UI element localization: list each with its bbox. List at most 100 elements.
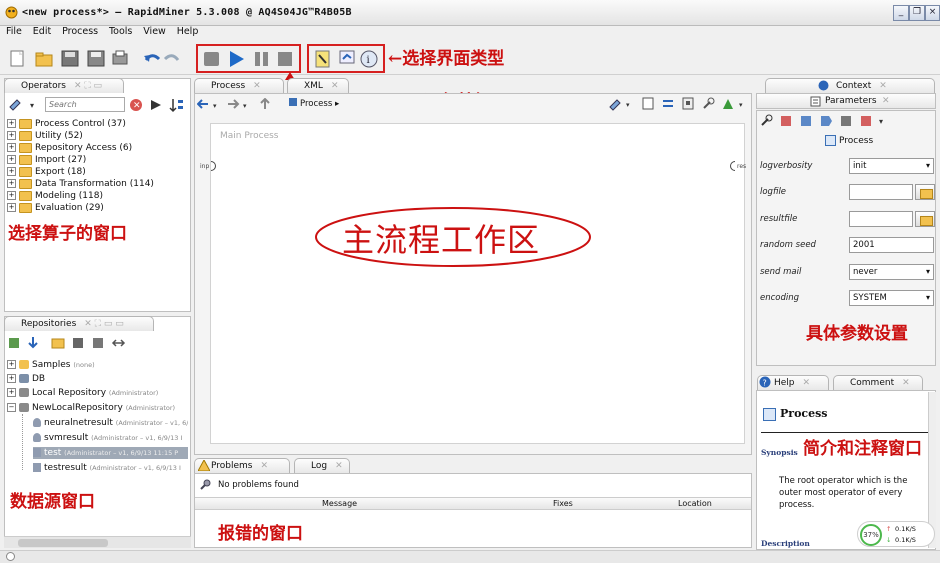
menu-tools[interactable]: Tools [109,26,132,37]
chevron-down-icon[interactable]: ▾ [626,101,630,109]
chevron-down-icon[interactable]: ▾ [926,291,930,305]
import-icon[interactable] [28,337,38,349]
tab-process[interactable]: Process ✕ [194,78,284,93]
output-port[interactable] [730,161,735,171]
param-select[interactable]: init ▾ [849,158,934,174]
expand-icon[interactable]: + [7,119,16,128]
close-icon[interactable]: ✕ [331,81,339,91]
chevron-down-icon[interactable]: ▾ [243,102,247,110]
browse-folder-icon[interactable] [915,211,935,227]
refresh-icon[interactable] [73,338,83,348]
operator-group[interactable]: + Export (18) [7,166,86,178]
bookmark-icon[interactable] [841,116,851,126]
param-file-field[interactable] [849,211,913,227]
close-icon[interactable]: ✕ [260,461,268,471]
column-fixes[interactable]: Fixes [553,499,573,508]
operator-group[interactable]: + Data Transformation (114) [7,178,154,190]
save-icon[interactable] [61,50,79,67]
close-icon[interactable]: ✕ [335,461,343,471]
new-operator-icon[interactable]: ▾ [8,97,42,111]
column-location[interactable]: Location [678,499,712,508]
repository-entry[interactable]: neuralnetresult (Administrator – v1, 6/.… [33,417,188,429]
add-repository-icon[interactable] [9,338,19,348]
welcome-perspective-icon[interactable]: i [360,50,378,68]
tab-operators[interactable]: Operators ✕ ⛶ ▭ [4,78,124,93]
filter-icon[interactable] [151,100,161,110]
close-icon[interactable]: ✕ ⛶ ▭ [74,81,102,91]
expand-icon[interactable]: + [7,179,16,188]
back-arrow-icon[interactable] [197,99,208,109]
chevron-down-icon[interactable]: ▾ [213,102,217,110]
close-icon[interactable]: ✕ [879,81,887,91]
scroll-thumb[interactable] [18,539,108,547]
expand-icon[interactable]: + [7,131,16,140]
results-perspective-icon[interactable] [339,50,355,64]
tab-parameters[interactable]: Parameters ✕ [756,93,936,109]
repositories-horizontal-scrollbar[interactable] [4,536,191,548]
close-icon[interactable]: ✕ [882,96,890,106]
menu-process[interactable]: Process [62,26,98,37]
column-message[interactable]: Message [322,499,357,508]
arrange-icon[interactable] [642,97,654,110]
menu-edit[interactable]: Edit [33,26,51,37]
print-icon[interactable] [112,50,128,65]
clear-search-icon[interactable]: ✕ [130,99,142,111]
expand-icon[interactable]: + [7,167,16,176]
operator-group[interactable]: + Repository Access (6) [7,142,132,154]
operator-group[interactable]: + Utility (52) [7,130,83,142]
configure-icon[interactable] [93,338,103,348]
repository-item[interactable]: + DB [7,373,45,385]
link-icon[interactable] [111,339,126,347]
open-folder-icon[interactable] [35,52,53,67]
tab-xml[interactable]: XML ✕ [287,78,349,93]
expand-icon[interactable]: + [7,143,16,152]
wrench-icon[interactable] [761,114,773,126]
operator-group[interactable]: + Import (27) [7,154,86,166]
operator-group[interactable]: + Modeling (118) [7,190,103,202]
close-icon[interactable]: ✕ [253,81,261,91]
expand-icon[interactable]: + [7,360,16,369]
sort-icon[interactable] [169,99,183,113]
expert-mode-icon[interactable] [781,116,791,126]
auto-wire-icon[interactable] [609,99,621,111]
design-perspective-icon[interactable] [315,50,330,68]
pause-icon[interactable] [255,52,268,66]
expand-icon[interactable]: + [7,203,16,212]
forward-arrow-icon[interactable] [228,99,240,109]
fit-icon[interactable] [682,97,694,110]
menu-file[interactable]: File [6,26,22,37]
stop-icon[interactable] [278,52,292,66]
chevron-down-icon[interactable]: ▾ [926,159,930,173]
expand-icon[interactable]: + [7,191,16,200]
repository-entry[interactable]: test (Administrator – v1, 6/9/13 11:15 P [33,447,188,459]
close-icon[interactable]: ✕ [902,378,910,388]
chevron-down-icon[interactable]: ▾ [739,101,743,109]
repository-item[interactable]: − NewLocalRepository (Administrator) [7,402,175,414]
flow-icon[interactable] [663,100,673,107]
expand-icon[interactable]: + [7,155,16,164]
open-icon[interactable] [51,338,65,349]
browse-folder-icon[interactable] [915,184,935,200]
operator-group[interactable]: + Evaluation (29) [7,202,104,214]
chevron-down-icon[interactable]: ▾ [926,265,930,279]
repository-entry[interactable]: testresult (Administrator – v1, 6/9/13 I [33,462,188,474]
breadcrumb-process[interactable]: Process [300,99,332,109]
param-select[interactable]: never ▾ [849,264,934,280]
close-icon[interactable]: ✕ [803,378,811,388]
param-input[interactable]: 2001 [849,237,934,253]
wrench-icon[interactable] [703,97,715,109]
run-to-breakpoint-icon[interactable] [204,52,219,66]
process-canvas[interactable]: Main Process [210,123,745,444]
expand-icon[interactable]: − [7,403,16,412]
save-as-icon[interactable] [87,50,105,67]
param-file-field[interactable] [849,184,913,200]
repository-item[interactable]: + Samples (none) [7,359,95,371]
menu-view[interactable]: View [143,26,166,37]
repository-item[interactable]: + Local Repository (Administrator) [7,387,158,399]
close-button[interactable]: × [925,5,940,21]
expand-icon[interactable]: + [7,388,16,397]
flag-icon[interactable] [861,116,871,126]
tag-icon[interactable] [821,116,832,126]
chevron-down-icon[interactable]: ▾ [879,117,883,126]
redo-icon[interactable] [163,54,180,61]
